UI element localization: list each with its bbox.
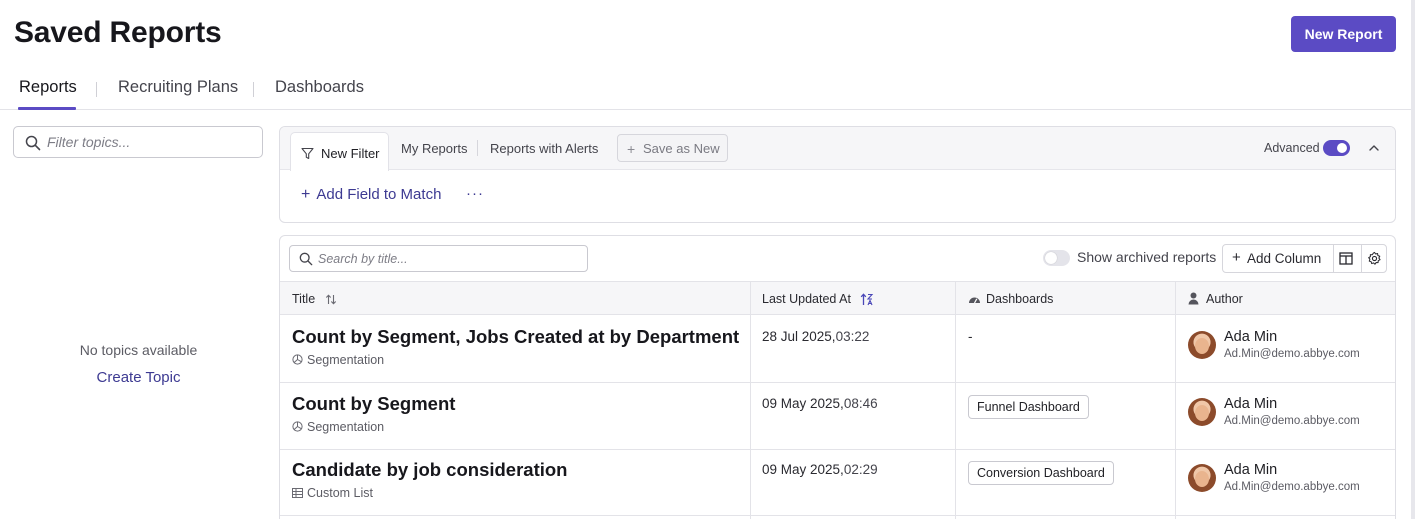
tab-divider bbox=[96, 82, 97, 97]
report-type-label: Segmentation bbox=[307, 420, 385, 434]
tab-reports[interactable]: Reports bbox=[19, 78, 77, 97]
filter-tab-divider bbox=[477, 140, 478, 156]
column-header-author[interactable]: Author bbox=[1188, 292, 1243, 306]
title-search-input[interactable] bbox=[318, 249, 578, 269]
author-name: Ada Min bbox=[1224, 462, 1278, 478]
window-edge bbox=[1411, 0, 1415, 519]
column-label: Title bbox=[292, 292, 316, 306]
filter-tab-label: New Filter bbox=[321, 146, 380, 161]
tab-dashboards[interactable]: Dashboards bbox=[275, 78, 364, 97]
advanced-toggle[interactable] bbox=[1323, 140, 1350, 156]
search-icon bbox=[299, 252, 313, 266]
active-tab-indicator bbox=[18, 107, 76, 110]
segmentation-icon bbox=[292, 421, 303, 432]
table-row[interactable]: Count by Segment Segmentation 09 May 202… bbox=[280, 383, 1395, 450]
author-email: Ad.Min@demo.abbye.com bbox=[1224, 481, 1360, 493]
dashboard-icon bbox=[969, 297, 980, 304]
page-title: Saved Reports bbox=[14, 16, 222, 49]
plus-icon: + bbox=[301, 186, 311, 203]
dashboard-value: - bbox=[968, 329, 973, 344]
toggle-knob bbox=[1337, 143, 1347, 153]
title-search-field[interactable] bbox=[289, 245, 588, 272]
chevron-up-icon[interactable] bbox=[1367, 141, 1381, 155]
column-label: Last Updated At bbox=[762, 292, 851, 306]
tab-divider bbox=[253, 82, 254, 97]
filter-icon bbox=[301, 147, 314, 160]
filter-tab-my-reports[interactable]: My Reports bbox=[401, 141, 467, 156]
author-email: Ad.Min@demo.abbye.com bbox=[1224, 348, 1360, 360]
last-updated-date: 09 May 2025, bbox=[762, 462, 844, 477]
add-field-label: Add Field to Match bbox=[316, 186, 442, 203]
last-updated: 09 May 2025,08:46 bbox=[762, 396, 878, 411]
report-type: Segmentation bbox=[292, 353, 384, 367]
show-archived-toggle[interactable] bbox=[1043, 250, 1070, 266]
button-divider bbox=[1333, 245, 1334, 272]
plus-icon: + bbox=[627, 141, 636, 157]
filter-panel: New Filter My Reports Reports with Alert… bbox=[279, 126, 1396, 223]
plus-icon: + bbox=[1232, 249, 1241, 266]
more-options-icon[interactable]: ··· bbox=[466, 185, 484, 202]
sort-desc-icon[interactable] bbox=[860, 293, 874, 306]
user-icon bbox=[1188, 292, 1199, 305]
topic-filter-field[interactable] bbox=[13, 126, 263, 158]
filter-tab-new-filter[interactable]: New Filter bbox=[290, 132, 389, 171]
button-divider bbox=[1361, 245, 1362, 272]
toggle-knob bbox=[1045, 252, 1057, 264]
gear-icon[interactable] bbox=[1367, 251, 1382, 266]
last-updated-time: 03:22 bbox=[835, 329, 870, 344]
main-tabs: Reports Recruiting Plans Dashboards bbox=[0, 68, 1415, 110]
report-type-label: Custom List bbox=[307, 486, 373, 500]
topic-filter-input[interactable] bbox=[47, 131, 252, 153]
report-type-label: Segmentation bbox=[307, 353, 385, 367]
table-row[interactable]: Count by Segment, Jobs Created at by Dep… bbox=[280, 316, 1395, 383]
column-label: Dashboards bbox=[986, 292, 1054, 306]
empty-topics-message: No topics available bbox=[79, 342, 198, 358]
column-header-dashboards[interactable]: Dashboards bbox=[968, 292, 1053, 306]
filter-tab-reports-with-alerts[interactable]: Reports with Alerts bbox=[490, 141, 598, 156]
show-archived-label: Show archived reports bbox=[1077, 249, 1217, 265]
report-title[interactable]: Count by Segment, Jobs Created at by Dep… bbox=[292, 326, 739, 348]
add-field-to-match-button[interactable]: + Add Field to Match bbox=[301, 186, 441, 204]
avatar bbox=[1188, 398, 1216, 426]
add-column-button[interactable]: + Add Column bbox=[1223, 245, 1333, 272]
report-title[interactable]: Candidate by job consideration bbox=[292, 459, 567, 481]
dashboard-badge[interactable]: Conversion Dashboard bbox=[968, 461, 1114, 485]
tab-recruiting-plans[interactable]: Recruiting Plans bbox=[118, 78, 238, 97]
save-as-new-button[interactable]: + Save as New bbox=[617, 134, 728, 162]
segmentation-icon bbox=[292, 354, 303, 365]
last-updated-time: 08:46 bbox=[843, 396, 878, 411]
search-icon bbox=[25, 135, 41, 151]
avatar bbox=[1188, 464, 1216, 492]
advanced-label: Advanced bbox=[1264, 141, 1320, 155]
last-updated-time: 02:29 bbox=[843, 462, 878, 477]
avatar bbox=[1188, 331, 1216, 359]
report-type: Custom List bbox=[292, 486, 373, 500]
table-icon bbox=[292, 488, 303, 498]
last-updated-date: 28 Jul 2025, bbox=[762, 329, 836, 344]
author-email: Ad.Min@demo.abbye.com bbox=[1224, 415, 1360, 427]
last-updated: 09 May 2025,02:29 bbox=[762, 462, 878, 477]
save-as-new-label: Save as New bbox=[643, 140, 720, 156]
table-header: Title Last Updated At Dashboards Author bbox=[280, 281, 1395, 315]
author-name: Ada Min bbox=[1224, 396, 1278, 412]
add-column-label: Add Column bbox=[1247, 251, 1322, 266]
column-label: Author bbox=[1206, 292, 1243, 306]
new-report-button[interactable]: New Report bbox=[1291, 16, 1396, 52]
table-row[interactable]: Candidate by job consideration Custom Li… bbox=[280, 449, 1395, 516]
reports-table-panel: Show archived reports + Add Column Title… bbox=[279, 235, 1396, 519]
last-updated-date: 09 May 2025, bbox=[762, 396, 844, 411]
column-header-title[interactable]: Title bbox=[292, 292, 337, 306]
filter-tabs-bar: New Filter My Reports Reports with Alert… bbox=[280, 127, 1395, 171]
last-updated: 28 Jul 2025,03:22 bbox=[762, 329, 869, 344]
sort-icon[interactable] bbox=[325, 294, 337, 305]
report-title[interactable]: Count by Segment bbox=[292, 393, 455, 415]
dashboard-badge[interactable]: Funnel Dashboard bbox=[968, 395, 1089, 419]
author-name: Ada Min bbox=[1224, 329, 1278, 345]
columns-icon[interactable] bbox=[1339, 252, 1353, 265]
table-actions-group: + Add Column bbox=[1222, 244, 1387, 273]
report-type: Segmentation bbox=[292, 420, 384, 434]
column-header-last-updated[interactable]: Last Updated At bbox=[762, 292, 874, 306]
create-topic-link[interactable]: Create Topic bbox=[0, 369, 277, 386]
